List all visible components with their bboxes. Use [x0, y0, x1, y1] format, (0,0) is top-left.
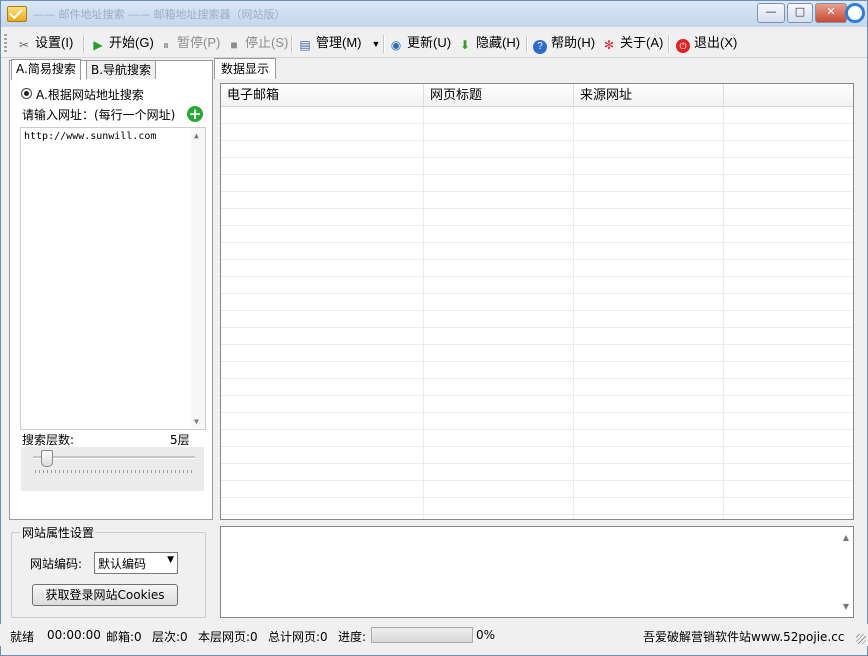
start-button[interactable]: ▶ 开始(G)	[91, 33, 153, 53]
site-search-radio[interactable]	[21, 88, 32, 99]
hide-button[interactable]: ⬇ 隐藏(H)	[458, 33, 520, 53]
column-header-source[interactable]: 来源网址	[574, 84, 724, 106]
progress-text: 0%	[476, 628, 496, 642]
depth-label: 搜索层数:	[22, 433, 75, 447]
column-header-extra[interactable]	[724, 84, 853, 106]
encoding-select[interactable]: 默认编码 ▼	[94, 552, 178, 574]
stop-button[interactable]: ■ 停止(S)	[227, 33, 288, 53]
status-page-this-level: 本层网页:0	[198, 630, 258, 644]
grid-rows	[221, 107, 853, 519]
scroll-down-icon[interactable]: ▼	[194, 417, 199, 426]
get-cookies-button[interactable]: 获取登录网站Cookies	[32, 584, 178, 606]
toolbar-separator	[83, 35, 85, 53]
exit-button[interactable]: ⏻ 退出(X)	[676, 33, 737, 53]
maximize-button[interactable]: □	[787, 3, 813, 23]
help-icon: ?	[533, 40, 547, 54]
download-icon: ⬇	[459, 38, 471, 52]
toolbar-separator	[526, 35, 528, 53]
slider-track	[33, 456, 195, 459]
grid-column-line	[723, 107, 724, 519]
add-icon[interactable]: +	[187, 106, 203, 122]
manage-button[interactable]: ▤ 管理(M) ▼	[298, 33, 380, 53]
stop-icon: ■	[230, 38, 238, 52]
about-button[interactable]: ✻ 关于(A)	[602, 33, 663, 53]
toolbar-separator	[291, 35, 293, 53]
progress-label: 进度:	[338, 630, 367, 644]
column-header-email[interactable]: 电子邮箱	[221, 84, 424, 106]
app-envelope-icon	[7, 6, 27, 22]
encoding-label: 网站编码:	[30, 557, 83, 571]
settings-button[interactable]: ✂ 设置(I)	[17, 33, 73, 53]
encoding-value: 默认编码	[98, 557, 147, 571]
resize-grip[interactable]	[856, 634, 866, 644]
status-credit: 吾爱破解营销软件站www.52pojie.cc	[643, 630, 845, 644]
progress-bar	[371, 627, 473, 643]
tab-data-display[interactable]: 数据显示	[214, 58, 277, 79]
globe-icon: ◉	[390, 38, 402, 52]
url-value: http://www.sunwill.com	[24, 131, 157, 142]
wrench-icon: ✂	[18, 38, 30, 52]
radio-label: A.根据网站地址搜索	[36, 88, 144, 102]
document-icon: ▤	[299, 38, 311, 52]
molecule-icon: ✻	[603, 38, 615, 52]
minimize-button[interactable]: —	[757, 3, 785, 23]
grid-column-line	[573, 107, 574, 519]
log-textbox[interactable]: ▲ ▼	[220, 526, 854, 618]
site-settings-title: 网站属性设置	[20, 524, 97, 541]
scroll-up-icon[interactable]: ▲	[194, 131, 199, 140]
depth-value: 5层	[170, 433, 190, 447]
depth-slider[interactable]	[21, 447, 204, 491]
status-time: 00:00:00	[47, 628, 101, 642]
status-pages-total: 总计网页:0	[268, 630, 328, 644]
url-input[interactable]: http://www.sunwill.com ▲ ▼	[20, 127, 206, 430]
tab-nav-search[interactable]: B.导航搜索	[86, 60, 157, 79]
pause-icon: ⏸	[162, 38, 169, 52]
status-email: 邮箱:0	[106, 630, 142, 644]
grid-header: 电子邮箱 网页标题 来源网址	[221, 84, 853, 107]
results-grid[interactable]: 电子邮箱 网页标题 来源网址	[220, 83, 854, 520]
chevron-down-icon[interactable]: ▼	[372, 39, 381, 49]
grid-column-line	[423, 107, 424, 519]
toolbar-separator	[383, 35, 385, 53]
url-prompt: 请输入网址：(每行一个网址)	[22, 108, 176, 122]
url-scrollbar[interactable]: ▲ ▼	[191, 128, 205, 429]
toolbar-separator	[668, 35, 670, 53]
scroll-up-icon[interactable]: ▲	[843, 533, 849, 542]
window-title: —— 邮件地址搜索 —— 邮箱地址搜索器（网站版）	[33, 8, 286, 21]
scroll-down-icon[interactable]: ▼	[843, 602, 849, 611]
status-state: 就绪	[10, 630, 35, 644]
title-bar: —— 邮件地址搜索 —— 邮箱地址搜索器（网站版） — □ ✕	[1, 1, 867, 27]
help-button[interactable]: ? 帮助(H)	[533, 33, 595, 54]
pause-button[interactable]: ⏸ 暂停(P)	[159, 33, 220, 53]
power-icon: ⏻	[676, 39, 690, 53]
status-level: 层次:0	[152, 630, 188, 644]
slider-ticks	[35, 470, 195, 473]
tab-simple-search[interactable]: A.简易搜索	[11, 59, 81, 80]
clover-icon	[845, 3, 865, 23]
update-button[interactable]: ◉ 更新(U)	[389, 33, 451, 53]
toolbar-grip[interactable]	[4, 34, 7, 52]
column-header-title[interactable]: 网页标题	[424, 84, 574, 106]
toolbar: ✂ 设置(I) ▶ 开始(G) ⏸ 暂停(P) ■ 停止(S) ▤ 管理(M) ▼ ◉ 更新(…	[1, 29, 867, 58]
close-button[interactable]: ✕	[815, 3, 847, 23]
slider-thumb[interactable]	[41, 450, 53, 467]
chevron-down-icon: ▼	[167, 555, 174, 565]
play-icon: ▶	[93, 38, 103, 52]
